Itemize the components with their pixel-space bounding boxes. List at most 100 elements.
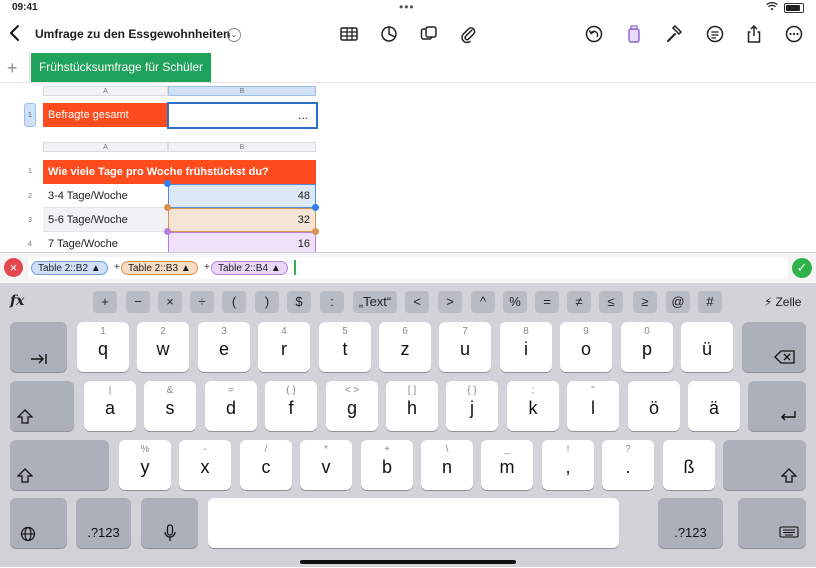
letter-key[interactable]: ö (628, 381, 680, 431)
space-key[interactable] (208, 498, 619, 548)
letter-key[interactable]: = d (205, 381, 257, 431)
back-button[interactable] (6, 22, 26, 44)
sheet-tab-active[interactable]: Frühstücksumfrage für Schüler (31, 53, 211, 82)
dictation-key[interactable] (141, 498, 198, 548)
shift-key-right[interactable] (723, 440, 806, 490)
reference-handle[interactable] (164, 228, 171, 235)
symbol-key[interactable]: „Text“ (353, 291, 397, 313)
reference-handle[interactable] (312, 204, 319, 211)
letter-key[interactable]: 4r (258, 322, 310, 372)
multitasking-dots[interactable]: ••• (399, 0, 415, 14)
cell-mode-button[interactable]: ⚡ Zelle (764, 295, 801, 309)
symbol-key[interactable]: ≤ (599, 291, 623, 313)
letter-key[interactable]: 9o (560, 322, 612, 372)
letter-key[interactable]: < > g (326, 381, 378, 431)
symbol-key[interactable]: ^ (471, 291, 495, 313)
letter-key[interactable]: | a (84, 381, 136, 431)
table-icon[interactable] (339, 24, 359, 44)
numbers-key-right[interactable]: .?123 (658, 498, 723, 548)
symbol-key[interactable]: < (405, 291, 429, 313)
letter-key[interactable]: 7u (439, 322, 491, 372)
letter-key[interactable]: 8i (500, 322, 552, 372)
reference-handle[interactable] (312, 228, 319, 235)
table2-header-cell[interactable]: Wie viele Tage pro Woche frühstückst du? (43, 160, 316, 184)
backspace-key[interactable] (742, 322, 806, 372)
more-icon[interactable] (784, 24, 804, 44)
letter-key[interactable]: ?. (602, 440, 654, 490)
letter-key[interactable]: ; k (507, 381, 559, 431)
share-icon[interactable] (744, 24, 764, 44)
document-title[interactable]: Umfrage zu den Essgewohnheiten (35, 27, 230, 41)
letter-key[interactable]: 3e (198, 322, 250, 372)
table1-column-header-a[interactable]: A (43, 86, 168, 96)
letter-key[interactable]: 0p (621, 322, 673, 372)
letter-key[interactable]: _ m (481, 440, 533, 490)
table2-row-number[interactable]: 2 (24, 193, 36, 200)
reference-handle[interactable] (164, 204, 171, 211)
symbol-key[interactable]: $ (287, 291, 311, 313)
table2-column-header-b[interactable]: B (168, 142, 316, 152)
table1-value-cell-editing[interactable]: ... (167, 102, 318, 129)
letter-key[interactable]: ß (663, 440, 715, 490)
table1-column-header-b[interactable]: B (168, 86, 316, 96)
table2-value-cell-referenced[interactable]: 32 (168, 208, 316, 232)
undo-icon[interactable] (584, 24, 604, 44)
symbol-key[interactable]: + (93, 291, 117, 313)
chart-icon[interactable] (379, 24, 399, 44)
globe-key[interactable] (10, 498, 67, 548)
hammer-icon[interactable] (664, 24, 684, 44)
letter-key[interactable]: ä (688, 381, 740, 431)
title-menu-chevron-icon[interactable]: ⌄ (227, 28, 241, 42)
symbol-key[interactable]: ( (222, 291, 246, 313)
home-indicator[interactable] (300, 560, 516, 564)
letter-key[interactable]: 1q (77, 322, 129, 372)
table2-row-number[interactable]: 1 (24, 168, 36, 175)
letter-key[interactable]: / c (240, 440, 292, 490)
letter-key[interactable]: % y (119, 440, 171, 490)
letter-key[interactable]: ( ) f (265, 381, 317, 431)
symbol-key[interactable]: ≥ (633, 291, 657, 313)
table2-label-cell[interactable]: 5-6 Tage/Woche (43, 208, 168, 232)
letter-key[interactable]: * v (300, 440, 352, 490)
letter-key[interactable]: " l (567, 381, 619, 431)
formula-reference-token[interactable]: Table 2::B4 ▲ (211, 261, 288, 275)
symbol-key[interactable]: ÷ (190, 291, 214, 313)
comments-icon[interactable] (705, 24, 725, 44)
letter-key[interactable]: & s (144, 381, 196, 431)
table2-value-cell-referenced[interactable]: 16 (168, 232, 316, 254)
symbol-key[interactable]: − (126, 291, 150, 313)
symbol-key[interactable]: = (535, 291, 559, 313)
table2-label-cell[interactable]: 3-4 Tage/Woche (43, 184, 168, 208)
shift-key-left[interactable] (10, 381, 74, 431)
shapes-icon[interactable] (419, 24, 439, 44)
formula-reference-token[interactable]: Table 2::B2 ▲ (31, 261, 108, 275)
tab-key[interactable] (10, 322, 67, 372)
table2-label-cell[interactable]: 7 Tage/Woche (43, 232, 168, 254)
function-button[interactable]: fx (10, 293, 24, 309)
letter-key[interactable]: { } j (446, 381, 498, 431)
letter-key[interactable]: -x (179, 440, 231, 490)
table2-row-number[interactable]: 3 (24, 217, 36, 224)
letter-key[interactable]: 2w (137, 322, 189, 372)
formula-reference-token[interactable]: Table 2::B3 ▲ (121, 261, 198, 275)
letter-key[interactable]: ü (681, 322, 733, 372)
letter-key[interactable]: 5t (319, 322, 371, 372)
letter-key[interactable]: !, (542, 440, 594, 490)
symbol-key[interactable]: × (158, 291, 182, 313)
letter-key[interactable]: 6z (379, 322, 431, 372)
format-brush-icon[interactable] (624, 24, 644, 44)
symbol-key[interactable]: @ (666, 291, 690, 313)
add-sheet-button[interactable]: + (7, 58, 18, 79)
letter-key[interactable]: \ n (421, 440, 473, 490)
table1-label-cell[interactable]: Befragte gesamt (43, 103, 168, 127)
table2-value-cell-referenced[interactable]: 48 (168, 184, 316, 208)
table2-row-number[interactable]: 4 (24, 241, 36, 248)
return-key[interactable] (748, 381, 806, 431)
symbol-key[interactable]: ) (255, 291, 279, 313)
paperclip-icon[interactable] (458, 24, 478, 44)
letter-key[interactable]: [ ] h (386, 381, 438, 431)
table2-column-header-a[interactable]: A (43, 142, 168, 152)
symbol-key[interactable]: # (698, 291, 722, 313)
shift-key-left-2[interactable] (10, 440, 109, 490)
symbol-key[interactable]: % (503, 291, 527, 313)
